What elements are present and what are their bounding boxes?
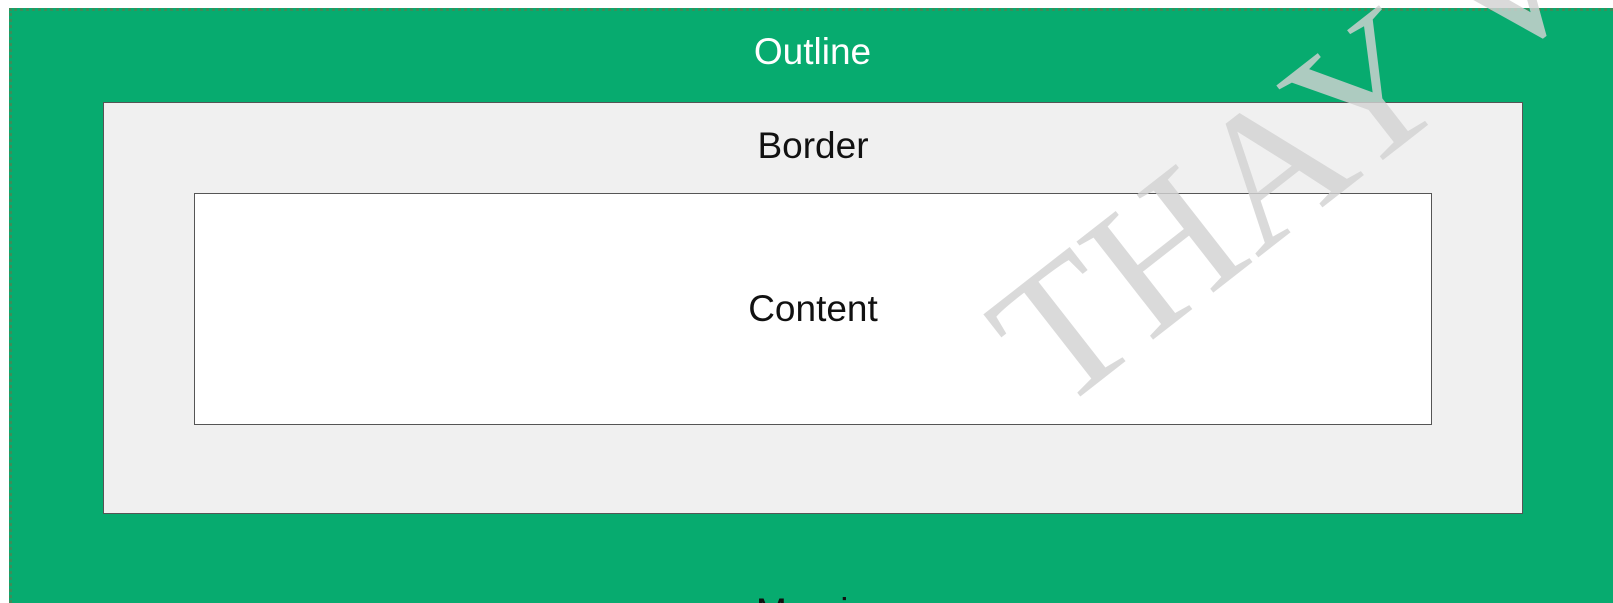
margin-label: Margin <box>12 593 1613 603</box>
outline-area: Outline Border Content Margin <box>9 8 1613 603</box>
border-label: Border <box>757 125 869 166</box>
content-label: Content <box>748 288 878 329</box>
content-area: Content <box>194 193 1432 425</box>
outline-label: Outline <box>753 31 872 72</box>
box-model-diagram: Outline Border Content Margin THAY VU <box>0 0 1613 603</box>
border-area: Border Content <box>103 102 1523 514</box>
